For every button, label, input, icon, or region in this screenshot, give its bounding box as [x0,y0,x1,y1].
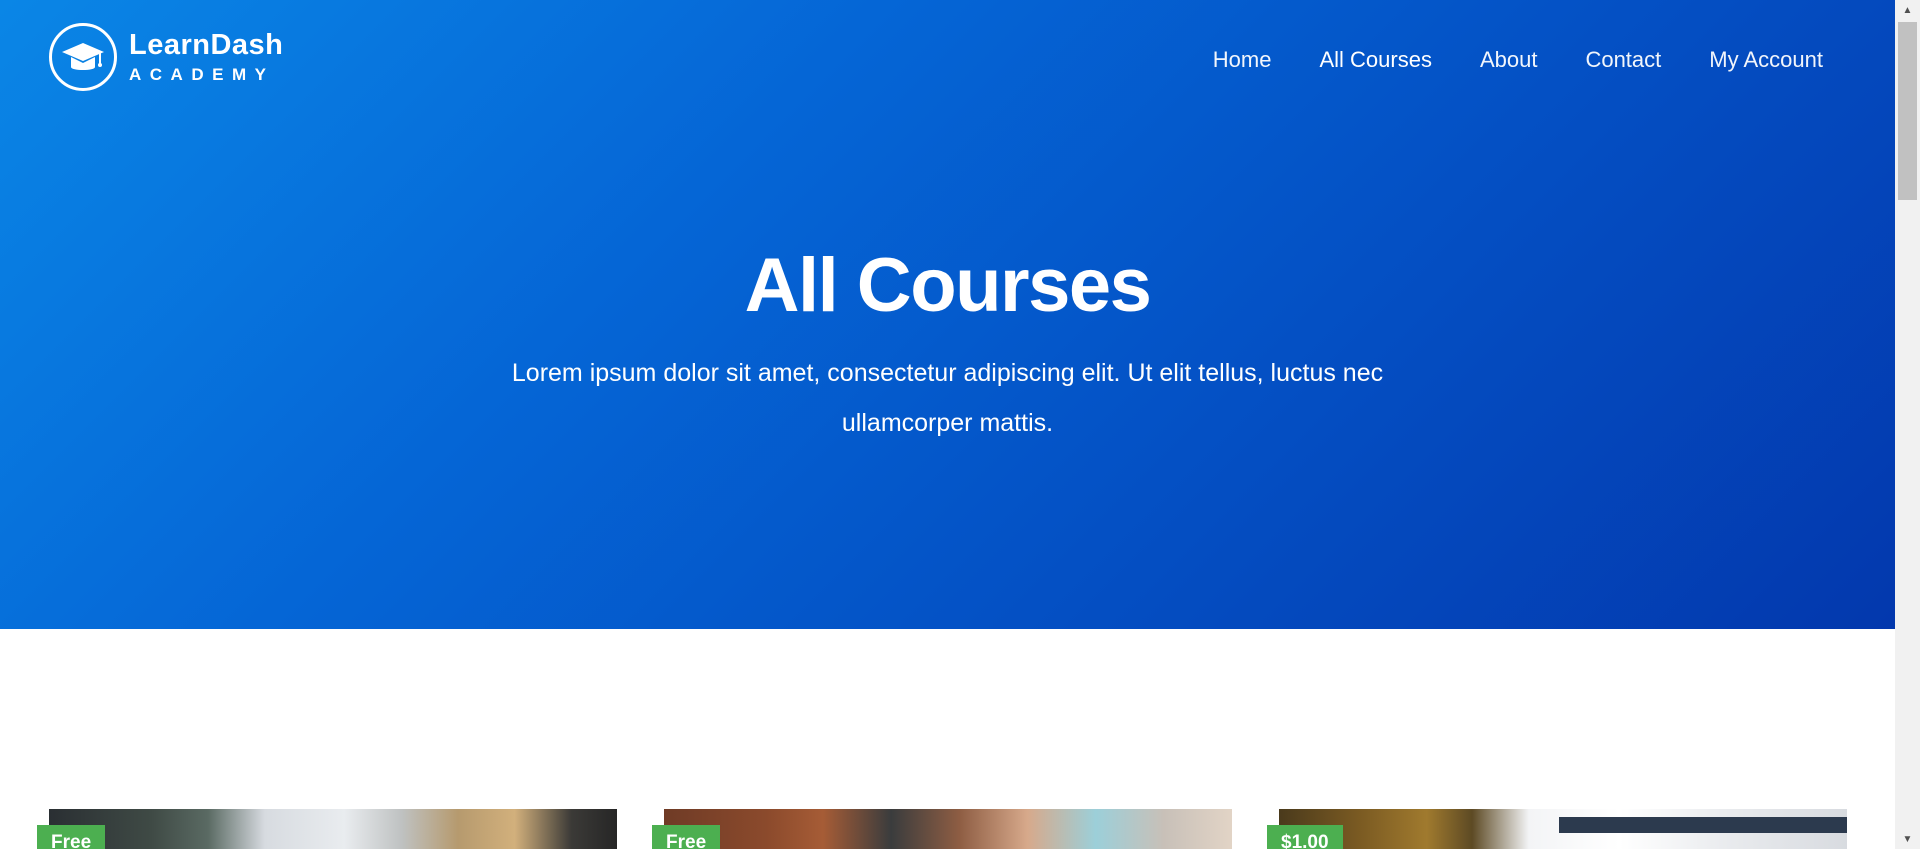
scroll-down-icon[interactable]: ▼ [1895,829,1920,849]
scroll-up-icon[interactable]: ▲ [1895,0,1920,20]
main-navigation: Home All Courses About Contact My Accoun… [1165,46,1823,74]
graduation-cap-icon [49,23,117,91]
nav-my-account[interactable]: My Account [1709,46,1823,74]
course-card[interactable] [664,809,1232,849]
nav-all-courses[interactable]: All Courses [1319,46,1431,74]
hero-banner: LearnDash ACADEMY Home All Courses About… [0,0,1895,629]
vertical-scrollbar[interactable]: ▲ ▼ [1895,0,1920,849]
dashboard-screenshot-strip [1559,817,1847,833]
course-thumbnail[interactable] [664,809,1232,849]
nav-contact[interactable]: Contact [1585,46,1661,74]
price-badge: Free [37,825,106,849]
nav-home[interactable]: Home [1213,46,1272,74]
logo-subtitle: ACADEMY [129,65,275,84]
page-title: All Courses [744,243,1152,328]
scrollbar-thumb[interactable] [1898,22,1917,200]
page-subtitle: Lorem ipsum dolor sit amet, consectetur … [511,359,1384,437]
course-thumbnail[interactable] [1279,809,1847,849]
course-card[interactable] [1279,809,1847,849]
logo-text: LearnDash ACADEMY [129,29,284,84]
price-badge: Free [652,825,721,849]
page: LearnDash ACADEMY Home All Courses About… [0,0,1920,849]
logo-name: LearnDash [129,29,284,61]
course-thumbnail[interactable] [49,809,617,849]
course-card[interactable] [49,809,617,849]
site-logo[interactable]: LearnDash ACADEMY [49,23,283,91]
nav-about[interactable]: About [1480,46,1538,74]
price-badge: $1.00 [1267,825,1343,849]
